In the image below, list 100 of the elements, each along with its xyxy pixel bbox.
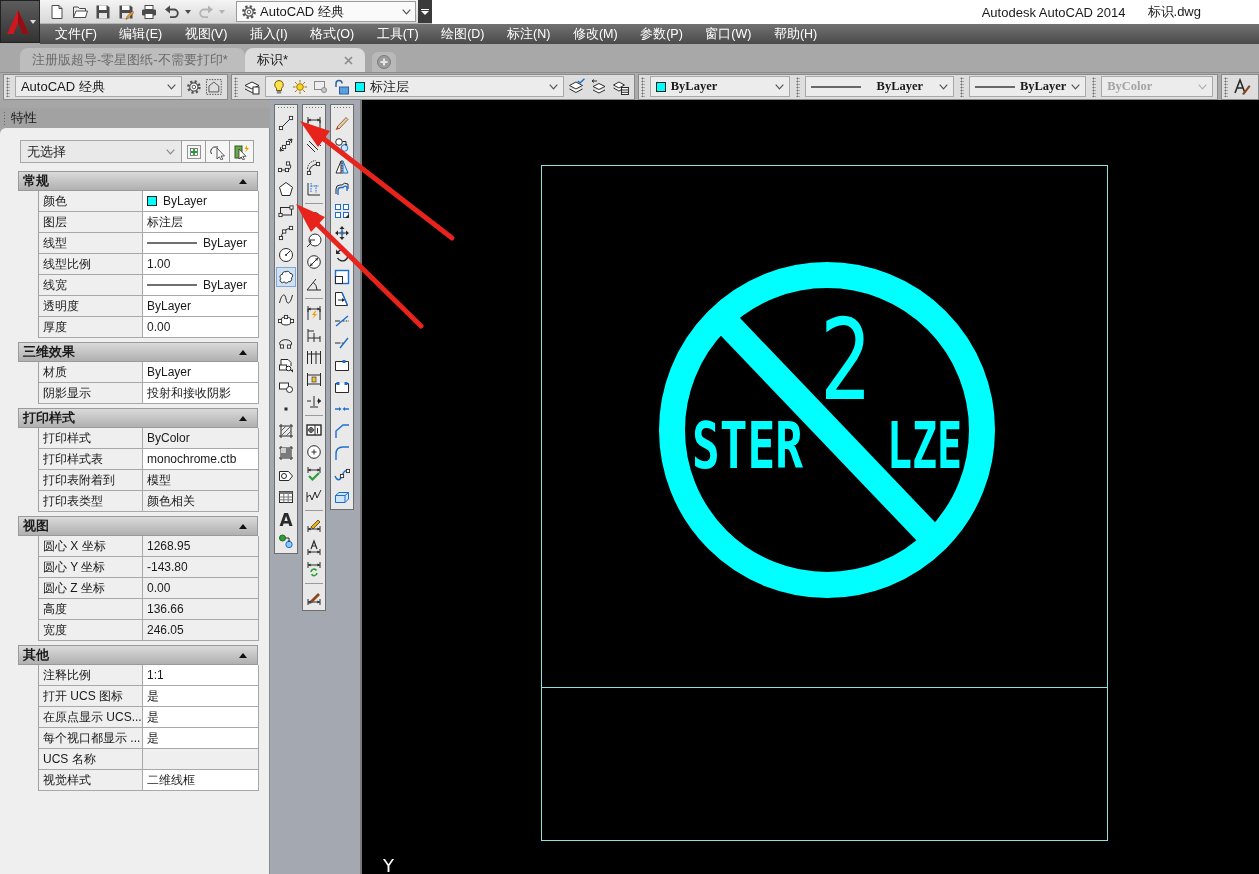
menu-item[interactable]: 修改(M) [572, 25, 618, 43]
menu-item[interactable]: 参数(P) [640, 25, 683, 43]
toolbar-grip[interactable] [1224, 76, 1228, 97]
new-tab-button[interactable] [372, 52, 396, 72]
document-tab[interactable]: 标识* [245, 48, 365, 72]
menu-item[interactable]: 插入(I) [249, 25, 288, 43]
mirror-triangles-icon[interactable] [334, 159, 350, 175]
property-value-field[interactable]: 是 [143, 707, 259, 727]
rectangle-icon[interactable] [278, 203, 294, 219]
selection-dropdown[interactable]: 无选择 [20, 140, 182, 163]
quick-access-menu-button[interactable] [418, 0, 432, 23]
pentagon-icon[interactable] [278, 181, 294, 197]
toolbar-grip[interactable] [960, 76, 964, 97]
layer-stack-check-icon[interactable] [568, 77, 587, 96]
menu-item[interactable]: 窗口(W) [705, 25, 752, 43]
dotted-frame-icon[interactable] [205, 77, 223, 96]
application-menu-button[interactable] [0, 0, 40, 43]
caret-up-icon[interactable] [239, 415, 247, 421]
dimension-pencil-icon[interactable] [306, 517, 322, 533]
circle-diameter-icon[interactable] [306, 254, 322, 270]
polyline-icon[interactable] [278, 159, 294, 175]
toolbar-grip[interactable] [305, 106, 323, 110]
four-way-arrow-icon[interactable] [334, 225, 350, 241]
double-arrow-line-icon[interactable] [278, 137, 294, 153]
offset-curves-icon[interactable] [334, 181, 350, 197]
rotate-arrow-icon[interactable] [334, 247, 350, 263]
diagonal-line-icon[interactable] [278, 115, 294, 131]
stretch-shape-icon[interactable] [334, 291, 350, 307]
dimension-refresh-icon[interactable] [306, 561, 322, 577]
chamfer-corner-icon[interactable] [334, 423, 350, 439]
menu-item[interactable]: 格式(O) [310, 25, 355, 43]
chevron-down-icon[interactable] [402, 8, 411, 15]
chevron-down-icon[interactable] [774, 83, 784, 90]
copy-circles-icon[interactable] [334, 137, 350, 153]
chevron-down-icon[interactable] [1071, 83, 1081, 90]
block-insert-icon[interactable] [278, 357, 294, 373]
menu-item[interactable]: 标注(N) [507, 25, 551, 43]
property-value-field[interactable]: ByLayer [143, 233, 259, 253]
break-line-icon[interactable] [334, 379, 350, 395]
property-value-field[interactable]: ByLayer [143, 362, 259, 382]
select-objects-button[interactable] [205, 140, 230, 163]
blank-page-icon[interactable] [49, 3, 65, 20]
section-header[interactable]: 打印样式 [18, 408, 258, 428]
circle-icon[interactable] [278, 247, 294, 263]
box-3d-icon[interactable] [334, 489, 350, 505]
property-value-field[interactable]: monochrome.ctb [143, 449, 259, 469]
caret-up-icon[interactable] [239, 652, 247, 658]
chevron-down-icon[interactable] [166, 83, 176, 90]
multiline-text-button[interactable]: A [278, 511, 294, 527]
menu-item[interactable]: 文件(F) [55, 25, 97, 43]
dimension-brush-icon[interactable] [306, 590, 322, 606]
lineweight-dropdown[interactable]: ByLayer [968, 76, 1087, 97]
gear-icon[interactable] [185, 78, 202, 95]
property-value-field[interactable]: 1:1 [143, 665, 259, 685]
property-value-field[interactable]: ByLayer [143, 275, 259, 295]
dimension-ruler-icon[interactable] [306, 371, 322, 387]
property-value-field[interactable]: ByLayer [143, 296, 259, 316]
close-icon[interactable] [344, 55, 353, 65]
property-value-field[interactable]: 是 [143, 686, 259, 706]
toolbar-grip[interactable] [277, 106, 295, 110]
toolbar-grip[interactable] [1092, 76, 1097, 97]
toolbar-grip[interactable] [795, 76, 800, 97]
chevron-down-icon[interactable] [939, 83, 949, 90]
blend-curve-icon[interactable] [334, 467, 350, 483]
caret-up-icon[interactable] [239, 349, 247, 355]
two-circles-arrow-icon[interactable] [278, 533, 294, 549]
menu-item[interactable]: 编辑(E) [119, 25, 163, 43]
grid-squares-icon[interactable] [334, 203, 350, 219]
circle-jog-icon[interactable] [306, 232, 322, 248]
sun-icon[interactable] [291, 78, 308, 95]
scale-squares-icon[interactable] [334, 269, 350, 285]
toolbar-grip[interactable] [641, 76, 645, 97]
trim-line-icon[interactable] [334, 313, 350, 329]
layer-dropdown[interactable]: 标注层 [264, 76, 565, 97]
menu-item[interactable]: 帮助(H) [773, 25, 818, 43]
hatched-square-icon[interactable] [278, 423, 294, 439]
section-header[interactable]: 常规 [18, 171, 258, 191]
printer-icon[interactable] [141, 3, 157, 20]
dimension-check-icon[interactable] [306, 466, 322, 482]
property-value-field[interactable]: 投射和接收阴影 [143, 383, 259, 403]
property-value-field[interactable]: 是 [143, 728, 259, 748]
panel-grip[interactable] [3, 111, 6, 125]
baseline-dimension-icon[interactable] [306, 327, 322, 343]
chevron-down-icon[interactable] [549, 83, 559, 90]
menu-item[interactable]: 绘图(D) [441, 25, 485, 43]
section-header[interactable]: 其他 [18, 645, 258, 665]
shaded-square-icon[interactable] [278, 445, 294, 461]
jogged-line-icon[interactable] [306, 488, 322, 504]
tolerance-frame-icon[interactable] [306, 422, 322, 438]
ordinate-dimension-icon[interactable] [306, 181, 322, 197]
break-at-point-icon[interactable] [334, 357, 350, 373]
property-value-field[interactable]: ByLayer [143, 191, 259, 211]
toolbar-grip[interactable] [234, 76, 238, 97]
toolbar-grip[interactable] [6, 76, 10, 97]
letter-brush-icon[interactable] [1233, 77, 1251, 96]
toolbar-grip[interactable] [333, 106, 351, 110]
brush-icon[interactable] [334, 115, 350, 131]
linetype-dropdown[interactable]: ByLayer [804, 76, 955, 97]
rectangle-circle-icon[interactable] [278, 379, 294, 395]
linear-dimension-icon[interactable] [306, 115, 322, 131]
